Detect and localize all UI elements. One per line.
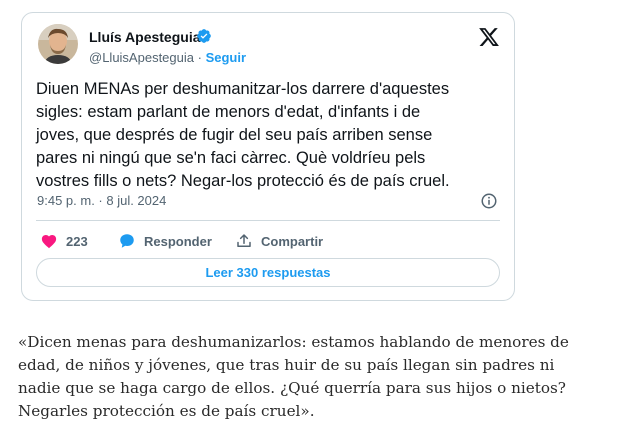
tweet-text-line: pares ni ningú que se'n faci càrrec. Què… (36, 149, 426, 167)
author-handle[interactable]: @LluisApesteguia (89, 50, 194, 65)
x-logo-icon[interactable] (478, 26, 500, 48)
tweet-text: Diuen MENAs per deshumanitzar-los darrer… (36, 78, 506, 193)
tweet-text-line: joves, que després de fugir del seu país… (36, 126, 433, 144)
share-icon (237, 234, 251, 247)
translated-quote: «Dicen menas para deshumanizarlos: estam… (18, 331, 608, 423)
author-handle-line: @LluisApesteguia · Seguir (89, 50, 246, 65)
reply-label: Responder (144, 233, 212, 249)
follow-button[interactable]: Seguir (206, 50, 246, 65)
quote-line: edad, de niños y jóvenes, que tras huir … (18, 356, 555, 374)
author-name[interactable]: Lluís Apesteguia (89, 29, 201, 45)
tweet-timestamp[interactable]: 9:45 p. m. · 8 jul. 2024 (37, 193, 166, 208)
reply-bubble-icon (120, 234, 134, 248)
share-label: Compartir (261, 233, 324, 249)
tweet-text-line: vostres fills o nets? Negar-los protecci… (36, 172, 450, 190)
share-button[interactable]: Compartir (235, 231, 323, 251)
verified-badge-icon (197, 29, 211, 43)
tweet-text-line: Diuen MENAs per deshumanitzar-los darrer… (36, 80, 450, 98)
heart-icon (41, 235, 57, 249)
like-count: 223 (66, 233, 88, 249)
quote-line: Negarles protección es de país cruel». (18, 402, 315, 420)
handle-separator: · (197, 50, 202, 65)
like-button[interactable]: 223 (40, 231, 88, 251)
quote-line: nadie que se haga cargo de ellos. ¿Qué q… (18, 379, 566, 397)
author-avatar[interactable] (38, 24, 78, 64)
quote-line: «Dicen menas para deshumanizarlos: estam… (18, 333, 569, 351)
read-replies-button[interactable]: Leer 330 respuestas (36, 258, 500, 287)
tweet-divider (36, 220, 500, 221)
info-icon[interactable] (480, 192, 498, 210)
reply-button[interactable]: Responder (118, 231, 212, 251)
embedded-tweet-card[interactable]: Lluís Apesteguia @LluisApesteguia · Segu… (21, 12, 515, 301)
tweet-text-line: sigles: estam parlant de menors d'edat, … (36, 103, 421, 121)
